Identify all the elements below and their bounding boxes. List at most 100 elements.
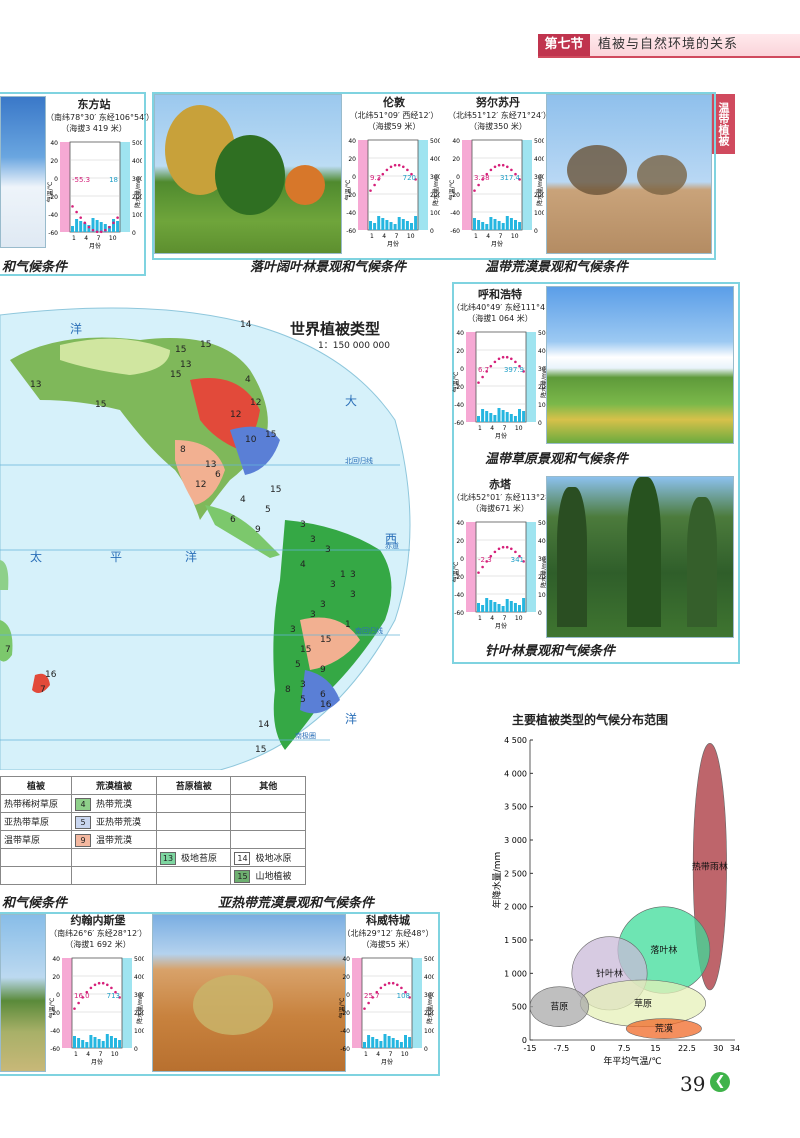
rain-bar — [97, 1039, 101, 1048]
rain-tick: 0 — [424, 1046, 428, 1053]
temp-dot — [493, 165, 497, 169]
rain-axis-band — [526, 522, 536, 612]
rain-bar — [105, 1034, 109, 1048]
temp-tick: 40 — [456, 520, 464, 527]
temp-dot — [514, 360, 517, 364]
x-tick-label: 30 — [713, 1044, 723, 1053]
rain-bar — [493, 602, 497, 612]
month-tick: 1 — [364, 1051, 368, 1058]
temp-dot — [75, 210, 78, 214]
month-tick: 1 — [370, 233, 374, 240]
rain-bar — [369, 221, 372, 230]
temp-dot — [481, 375, 484, 379]
rain-bar — [505, 599, 509, 612]
temp-tick: 0 — [54, 176, 58, 183]
station-name: 呼和浩特 — [478, 288, 522, 301]
coniferous-photo — [546, 476, 734, 638]
polar-panel: 东方站 （南纬78°30′ 东经106°54′） （海拔3 419 米） 40 20 0-… — [0, 92, 154, 276]
temp-tick: 0 — [56, 992, 60, 999]
temp-tick: -40 — [340, 1028, 350, 1035]
rain-bar — [85, 1042, 89, 1048]
map-zone-number: 1 — [345, 620, 351, 630]
temp-dot — [402, 165, 405, 169]
month-tick: 7 — [395, 233, 399, 240]
map-zone-number: 3 — [300, 680, 306, 690]
rain-bar — [485, 598, 489, 612]
rain-bar — [518, 605, 521, 612]
climograph-station-3: 呼和浩特 （北纬40°49′ 东经111°41′） （海拔1 064 米） 40 20 0… — [452, 286, 560, 448]
temp-dot — [497, 547, 501, 551]
back-arrow-icon[interactable]: ❮ — [710, 1072, 730, 1092]
station-name: 东方站 — [77, 98, 111, 111]
legend-swatch: 15 — [234, 869, 251, 883]
y-tick-label: 4 000 — [504, 769, 527, 778]
temp-dot — [367, 1001, 370, 1005]
temp-tick: 40 — [52, 956, 60, 963]
map-zone-number: 12 — [195, 480, 207, 490]
temp-tick: -60 — [454, 610, 464, 617]
y-tick-label: 3 000 — [504, 836, 527, 845]
map-zone-number: 15 — [175, 345, 187, 355]
temp-dot — [489, 168, 493, 172]
caption-bottom-left: 和气候条件 — [2, 896, 68, 911]
temp-value: 6.7 — [478, 366, 489, 374]
temp-dot — [493, 360, 497, 364]
temp-dot — [497, 357, 501, 361]
x-tick-label: 34 — [730, 1044, 740, 1053]
temp-dot — [73, 1007, 76, 1010]
temp-tick: -40 — [450, 210, 460, 217]
world-map: 世界植被类型 1：150 000 000 洋 大 太 平 洋 西 洋 北回归线 … — [0, 290, 430, 771]
temp-tick: 20 — [342, 974, 350, 981]
legend-cell — [155, 830, 232, 849]
rain-bar — [391, 1038, 395, 1048]
month-tick: 1 — [72, 235, 76, 242]
legend-cell: 亚热带草原 — [0, 812, 72, 831]
rain-bar — [501, 410, 505, 422]
month-tick: 4 — [382, 233, 386, 240]
month-tick: 4 — [86, 1051, 90, 1058]
label-tropic-s: 南回归线 — [355, 627, 383, 635]
month-axis-label: 月份 — [89, 242, 101, 250]
map-zone-number: 16 — [45, 670, 57, 680]
temp-dot — [473, 189, 476, 192]
temp-dot — [397, 163, 401, 167]
map-zone-number: 3 — [310, 610, 316, 620]
rain-axis-band — [412, 958, 422, 1048]
rain-tick: 500 — [430, 138, 440, 145]
legend-label: 亚热带荒漠 — [96, 817, 142, 828]
region-label: 荒漠 — [655, 1024, 673, 1035]
temp-tick: -60 — [50, 1046, 60, 1053]
rain-axis-label: 降水量/mm — [426, 992, 434, 1024]
rain-bar — [518, 409, 521, 422]
rain-bar — [493, 219, 497, 230]
x-tick-label: 22.5 — [678, 1044, 696, 1053]
legend-cell: 5 亚热带荒漠 — [71, 812, 157, 831]
rain-bar — [513, 416, 517, 422]
x-tick-label: -7.5 — [554, 1044, 570, 1053]
rain-bar — [505, 412, 509, 422]
rain-tick: 100 — [132, 212, 142, 219]
rain-bar — [505, 216, 509, 230]
rain-bar — [489, 600, 493, 612]
temp-dot — [477, 183, 480, 187]
station-coord: （北纬51°12′ 东经71°24′） — [448, 111, 551, 120]
temp-dot — [116, 216, 119, 219]
legend-cell — [230, 830, 306, 849]
month-tick: 10 — [111, 1051, 119, 1058]
rain-bar — [405, 221, 409, 230]
rain-bar — [393, 224, 397, 230]
legend-swatch: 5 — [75, 815, 91, 829]
rain-bar — [513, 603, 517, 612]
map-zone-number: 3 — [290, 625, 296, 635]
rain-bar — [379, 1041, 383, 1048]
rain-bar — [485, 411, 489, 422]
month-axis-label: 月份 — [387, 240, 399, 248]
map-zone-number: 14 — [258, 720, 270, 730]
rain-bar — [518, 222, 522, 230]
station-name: 科威特城 — [366, 914, 410, 927]
rain-value: 713 — [107, 992, 120, 1000]
temp-tick: -40 — [50, 1028, 60, 1035]
temp-dot — [505, 545, 509, 549]
map-zone-number: 15 — [270, 485, 282, 495]
temp-tick: -60 — [346, 228, 356, 235]
